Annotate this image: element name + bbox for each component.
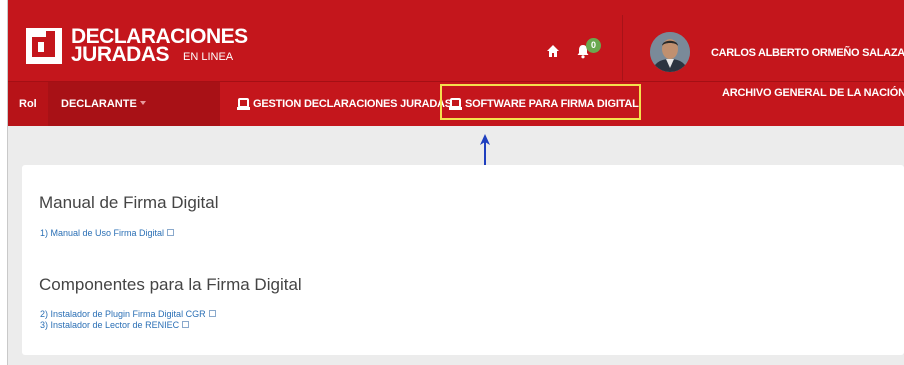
avatar[interactable] xyxy=(650,32,690,72)
content-card: Manual de Firma Digital 1) Manual de Uso… xyxy=(22,165,904,355)
user-menu[interactable]: CARLOS ALBERTO ORMEÑO SALAZAR xyxy=(711,47,904,59)
nav-software-label: SOFTWARE PARA FIRMA DIGITAL xyxy=(465,98,639,110)
nav-software-link[interactable]: SOFTWARE PARA FIRMA DIGITAL xyxy=(440,84,641,120)
laptop-icon xyxy=(449,98,462,110)
external-link-icon xyxy=(208,310,216,317)
nav-gestion-link[interactable]: GESTION DECLARACIONES JURADAS xyxy=(237,82,452,126)
external-link-icon xyxy=(167,229,175,236)
notification-badge: 0 xyxy=(586,38,601,53)
link-instalador-plugin[interactable]: 2) Instalador de Plugin Firma Digital CG… xyxy=(40,309,216,319)
nav-archivo-label: ARCHIVO GENERAL DE LA NACIÓN xyxy=(722,87,904,99)
nav-declarante-dropdown[interactable]: DECLARANTE xyxy=(48,82,220,126)
section-title-manual: Manual de Firma Digital xyxy=(39,193,219,212)
top-header: DECLARACIONES JURADAS EN LINEA 0 CARLOS A… xyxy=(8,0,904,82)
link-instalador-lector-label: 3) Instalador de Lector de RENIEC xyxy=(40,320,180,330)
section-title-componentes: Componentes para la Firma Digital xyxy=(39,275,302,294)
nav-archivo-link[interactable]: ARCHIVO GENERAL DE LA NACIÓN xyxy=(722,71,904,115)
nav-gestion-label: GESTION DECLARACIONES JURADAS xyxy=(253,98,452,110)
user-photo-icon xyxy=(650,32,690,72)
external-link-icon xyxy=(182,321,190,328)
home-icon[interactable] xyxy=(547,45,559,57)
nav-rol-label: Rol xyxy=(8,82,48,126)
chevron-down-icon xyxy=(139,101,146,105)
link-instalador-plugin-label: 2) Instalador de Plugin Firma Digital CG… xyxy=(40,309,206,319)
header-separator xyxy=(622,15,623,82)
app-window: DECLARACIONES JURADAS EN LINEA 0 CARLOS A… xyxy=(7,0,904,365)
logo-line-2: JURADAS xyxy=(71,43,170,66)
link-manual-uso[interactable]: 1) Manual de Uso Firma Digital xyxy=(40,228,175,238)
nav-declarante-label: DECLARANTE xyxy=(61,98,137,110)
logo-line-3: EN LINEA xyxy=(183,51,234,63)
link-manual-uso-label: 1) Manual de Uso Firma Digital xyxy=(40,228,165,238)
link-instalador-lector[interactable]: 3) Instalador de Lector de RENIEC xyxy=(40,320,190,330)
laptop-icon xyxy=(237,98,250,110)
main-navbar: Rol DECLARANTE GESTION DECLARACIONES JUR… xyxy=(8,82,904,126)
logo[interactable]: DECLARACIONES JURADAS EN LINEA xyxy=(26,26,248,74)
logo-text: DECLARACIONES JURADAS EN LINEA xyxy=(71,26,248,66)
user-name: CARLOS ALBERTO ORMEÑO SALAZAR xyxy=(711,47,904,59)
logo-mark-icon xyxy=(26,28,64,68)
